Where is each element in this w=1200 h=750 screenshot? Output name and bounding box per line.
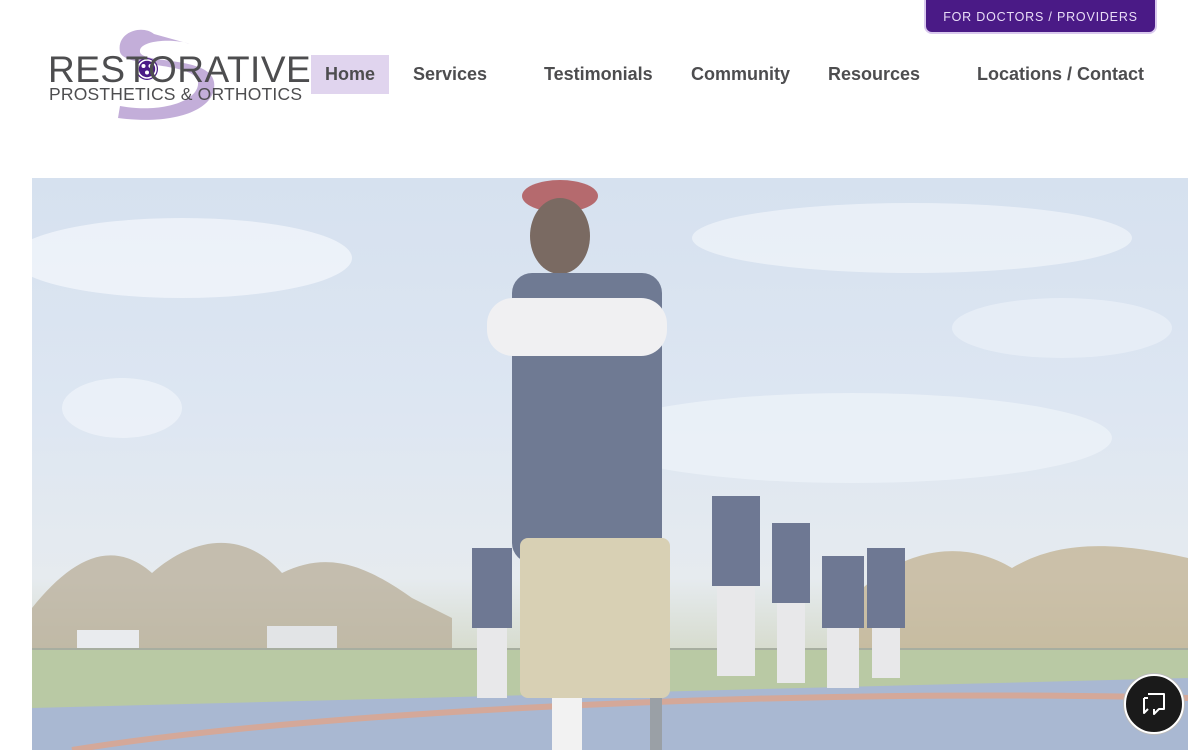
nav-item-resources[interactable]: Resources [828,55,920,94]
nav-item-services[interactable]: Services [413,55,487,94]
hero-photo [32,180,1188,750]
nav-item-home[interactable]: Home [311,55,390,94]
logo[interactable]: RESTORATIVE PROSTHETICS & ORTHOTICS [46,28,311,122]
chat-bubble-icon [1143,693,1165,715]
nav-item-community[interactable]: Community [691,55,790,94]
logo-tagline: PROSTHETICS & ORTHOTICS [49,84,303,104]
for-doctors-providers-button[interactable]: FOR DOCTORS / PROVIDERS [924,0,1157,34]
nav-item-testimonials[interactable]: Testimonials [544,55,653,94]
hero-image [32,178,1188,750]
chat-button[interactable] [1124,674,1184,734]
nav-item-locations-contact[interactable]: Locations / Contact [977,55,1144,94]
